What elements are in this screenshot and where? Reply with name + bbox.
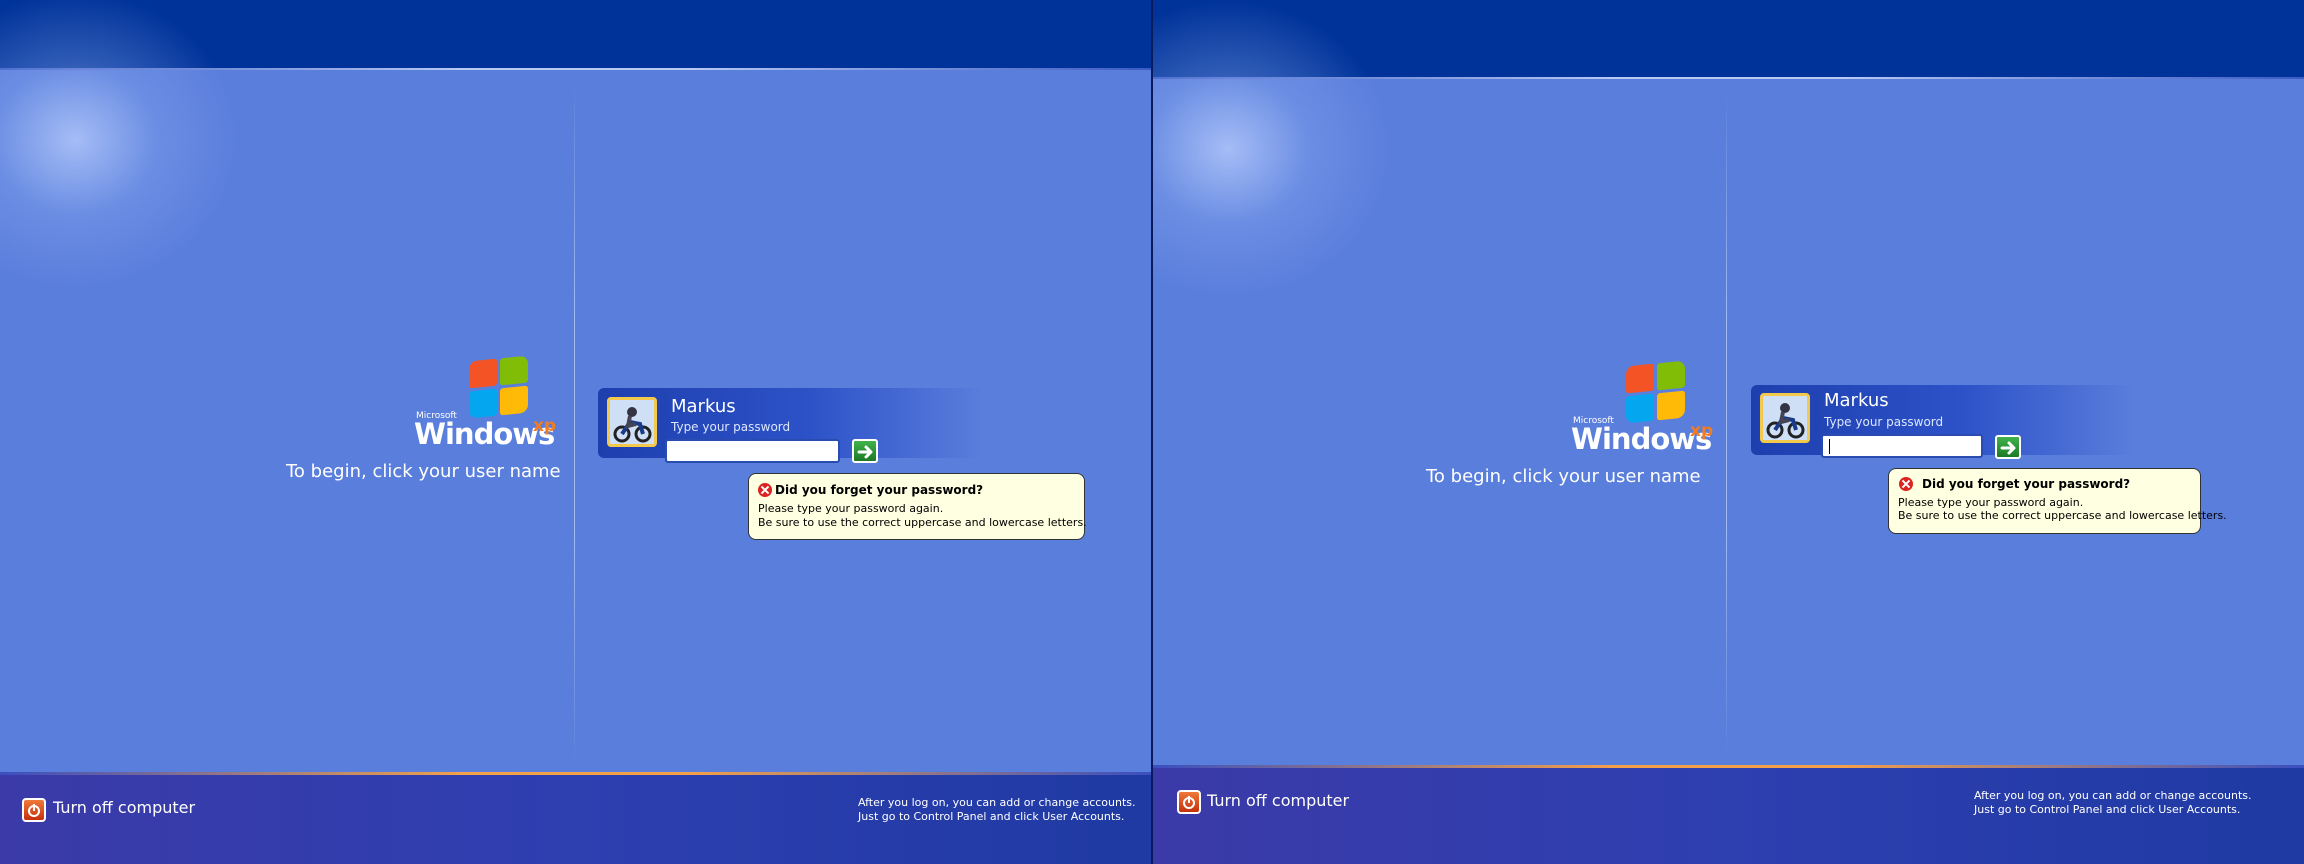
error-balloon: Did you forget your password? Please typ… (1888, 468, 2227, 534)
user-avatar-icon (607, 397, 657, 447)
power-icon[interactable] (1177, 790, 1201, 814)
go-arrow-icon (857, 445, 873, 459)
turn-off-computer-link[interactable]: Turn off computer (1207, 791, 1349, 810)
error-icon (1899, 477, 1913, 491)
account-info-line-1: After you log on, you can add or change … (1974, 789, 2252, 802)
balloon-title: Did you forget your password? (1922, 477, 2131, 491)
begin-instruction: To begin, click your user name (1426, 466, 1701, 487)
user-avatar-icon (1760, 393, 1810, 443)
begin-instruction: To begin, click your user name (286, 461, 561, 482)
bottom-bar: Turn off computer After you log on, you … (0, 775, 1151, 864)
balloon-title: Did you forget your password? (775, 483, 984, 497)
account-info: After you log on, you can add or change … (858, 796, 1136, 824)
password-input[interactable] (665, 439, 840, 463)
error-icon (758, 483, 772, 497)
account-info-line-2: Just go to Control Panel and click User … (1974, 803, 2241, 816)
user-name: Markus (1824, 390, 1889, 411)
logon-screen-left: Microsoft Windows xp To begin, click you… (0, 0, 1151, 864)
turn-off-computer-link[interactable]: Turn off computer (53, 798, 195, 817)
windows-flag-icon (469, 355, 529, 420)
go-arrow-button[interactable] (852, 439, 878, 463)
bottom-bar: Turn off computer After you log on, you … (1153, 768, 2304, 864)
password-prompt: Type your password (671, 420, 791, 434)
balloon-line-1: Please type your password again. (1898, 496, 2084, 509)
xp-text: xp (1690, 421, 1714, 441)
balloon-line-2: Be sure to use the correct uppercase and… (1898, 509, 2227, 522)
account-info: After you log on, you can add or change … (1974, 789, 2252, 817)
vertical-separator (574, 80, 575, 770)
user-tile-markus[interactable]: Markus Type your password (1751, 385, 2136, 458)
balloon-line-1: Please type your password again. (758, 502, 944, 515)
balloon-line-2: Be sure to use the correct uppercase and… (758, 516, 1087, 529)
user-name: Markus (671, 396, 736, 417)
windows-xp-logo: Microsoft Windows xp (414, 355, 564, 451)
windows-flag-icon (1626, 360, 1686, 425)
go-arrow-icon (2000, 441, 2016, 455)
go-arrow-button[interactable] (1995, 435, 2021, 459)
account-info-line-2: Just go to Control Panel and click User … (858, 810, 1125, 823)
xp-text: xp (533, 416, 557, 436)
password-input[interactable] (1821, 434, 1983, 458)
password-prompt: Type your password (1824, 415, 1944, 429)
windows-xp-logo: Microsoft Windows xp (1571, 360, 1721, 456)
user-tile-markus[interactable]: Markus Type your password (598, 388, 983, 463)
text-caret (1829, 439, 1830, 454)
vertical-separator (1726, 89, 1727, 759)
error-balloon: Did you forget your password? Please typ… (748, 473, 1087, 540)
logon-screen-right: Microsoft Windows xp To begin, click you… (1153, 0, 2304, 864)
power-icon[interactable] (22, 798, 46, 822)
account-info-line-1: After you log on, you can add or change … (858, 796, 1136, 809)
